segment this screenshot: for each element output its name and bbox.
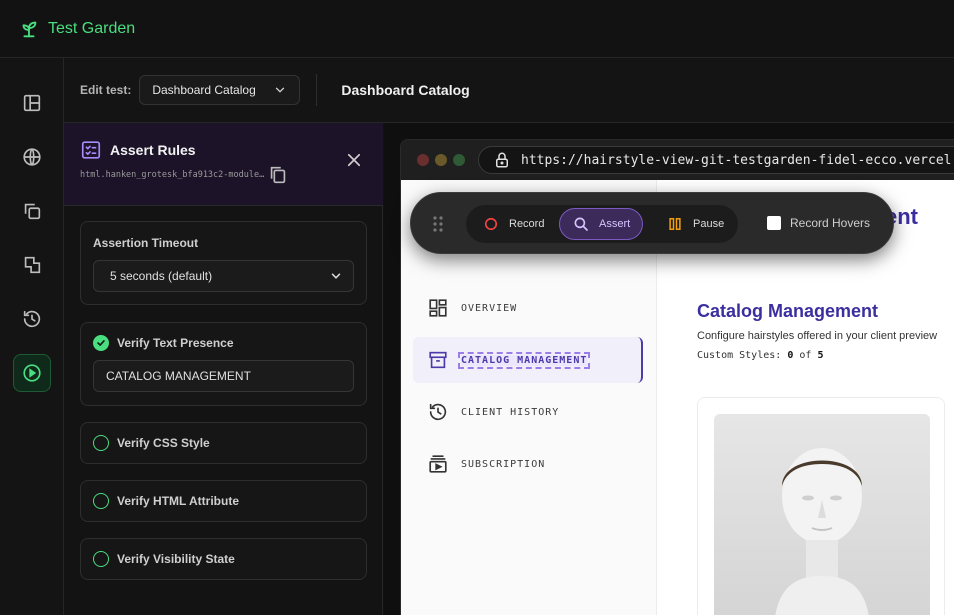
rail-layout-button[interactable] xyxy=(13,84,51,122)
record-hovers-toggle[interactable]: Record Hovers xyxy=(767,216,870,230)
record-hovers-checkbox[interactable] xyxy=(767,216,781,230)
history-icon xyxy=(429,403,447,421)
app-name: Test Garden xyxy=(48,19,136,37)
edit-test-label: Edit test: xyxy=(80,83,132,97)
assertion-timeout-label: Assertion Timeout xyxy=(93,236,199,250)
nav-item-catalog-management[interactable]: CATALOG MANAGEMENT xyxy=(413,337,643,383)
assertion-timeout-value: 5 seconds (default) xyxy=(110,269,213,283)
count-separator: of xyxy=(799,350,812,361)
rail-layers-button[interactable] xyxy=(13,246,51,284)
rule-row: Verify HTML Attribute xyxy=(93,493,239,509)
element-selector: html.hanken_grotesk_bfa913c2-module__aCb… xyxy=(80,170,265,180)
archive-icon xyxy=(429,351,447,369)
recorder-mode-group: Record Assert Pause xyxy=(466,205,738,243)
nav-label: CATALOG MANAGEMENT xyxy=(457,351,591,369)
rule-label: Verify Text Presence xyxy=(117,336,234,350)
url-bar[interactable]: https://hairstyle-view-git-testgarden-fi… xyxy=(478,146,954,174)
rail-globe-button[interactable] xyxy=(13,138,51,176)
assert-panel-header: Assert Rules html.hanken_grotesk_bfa913c… xyxy=(64,123,383,206)
assert-panel-title: Assert Rules xyxy=(110,142,196,158)
url-text: https://hairstyle-view-git-testgarden-fi… xyxy=(521,152,954,168)
radio-circle-icon[interactable] xyxy=(93,551,109,567)
assertion-timeout-card: Assertion Timeout 5 seconds (default) xyxy=(80,221,367,305)
count-current: 0 xyxy=(787,350,794,361)
page-title: Dashboard Catalog xyxy=(341,82,470,98)
checklist-icon xyxy=(81,141,101,159)
record-label: Record xyxy=(509,218,545,230)
assert-button[interactable]: Assert xyxy=(559,208,644,240)
pause-label: Pause xyxy=(693,218,725,230)
chevron-down-icon xyxy=(331,273,341,279)
editor-header: Edit test: Dashboard Catalog Dashboard C… xyxy=(64,58,954,123)
count-label: Custom Styles: xyxy=(697,350,782,361)
copy-icon[interactable] xyxy=(267,164,289,186)
count-total: 5 xyxy=(817,350,824,361)
test-select-value: Dashboard Catalog xyxy=(152,83,256,97)
test-select-dropdown[interactable]: Dashboard Catalog xyxy=(139,75,301,105)
search-icon xyxy=(574,217,588,231)
radio-circle-icon[interactable] xyxy=(93,493,109,509)
rail-play-button[interactable] xyxy=(13,354,51,392)
style-card[interactable] xyxy=(697,397,945,615)
check-circle-icon[interactable] xyxy=(93,335,109,351)
nav-item-client-history[interactable]: CLIENT HISTORY xyxy=(413,389,643,435)
nav-label: OVERVIEW xyxy=(461,302,518,314)
rule-row: Verify CSS Style xyxy=(93,435,210,451)
custom-styles-count: Custom Styles: 0 of 5 xyxy=(697,350,824,361)
rule-label: Verify Visibility State xyxy=(117,552,235,566)
rule-label: Verify CSS Style xyxy=(117,436,210,450)
catalog-description: Configure hairstyles offered in your cli… xyxy=(697,330,938,342)
record-hovers-label: Record Hovers xyxy=(790,216,871,230)
mannequin-image xyxy=(714,414,930,615)
catalog-title: Catalog Management xyxy=(697,301,879,321)
play-circle-icon xyxy=(23,364,41,382)
window-maximize-dot[interactable] xyxy=(453,154,465,166)
grid-icon xyxy=(429,299,447,317)
rule-card-css-style[interactable]: Verify CSS Style xyxy=(80,422,367,464)
record-button[interactable]: Record xyxy=(470,208,556,240)
pause-icon xyxy=(669,218,681,230)
nav-label: SUBSCRIPTION xyxy=(461,458,546,470)
rule-label: Verify HTML Attribute xyxy=(117,494,240,508)
header-divider xyxy=(316,74,318,106)
nav-item-overview[interactable]: OVERVIEW xyxy=(413,285,643,331)
rule-card-html-attribute[interactable]: Verify HTML Attribute xyxy=(80,480,367,522)
subscription-icon xyxy=(429,455,447,473)
assert-label: Assert xyxy=(599,218,631,230)
rail-copy-button[interactable] xyxy=(13,192,51,230)
recorder-toolbar: Record Assert Pause Record Hovers xyxy=(410,192,894,254)
rule-row: Verify Text Presence xyxy=(93,335,234,351)
sprout-icon xyxy=(22,21,37,37)
drag-handle-icon[interactable] xyxy=(433,216,443,232)
rule-row: Verify Visibility State xyxy=(93,551,235,567)
globe-icon xyxy=(23,148,41,166)
lock-icon xyxy=(496,152,508,168)
chevron-down-icon xyxy=(276,87,285,93)
assertion-timeout-select[interactable]: 5 seconds (default) xyxy=(93,260,354,292)
layers-icon xyxy=(24,256,41,274)
nav-label: CLIENT HISTORY xyxy=(461,406,560,418)
layout-icon xyxy=(23,94,41,112)
history-icon xyxy=(23,310,41,328)
radio-circle-icon[interactable] xyxy=(93,435,109,451)
browser-chrome: https://hairstyle-view-git-testgarden-fi… xyxy=(401,140,954,180)
app-root: Test Garden Edit test: Dashboard Catalog… xyxy=(0,0,954,615)
pause-button[interactable]: Pause xyxy=(654,208,736,240)
record-icon xyxy=(484,217,498,231)
rail-history-button[interactable] xyxy=(13,300,51,338)
window-minimize-dot[interactable] xyxy=(435,154,447,166)
rule-card-visibility-state[interactable]: Verify Visibility State xyxy=(80,538,367,580)
left-rail xyxy=(0,58,64,615)
text-presence-input[interactable]: CATALOG MANAGEMENT xyxy=(93,360,354,392)
copy-squares-icon xyxy=(24,203,41,220)
assert-panel: Assert Rules html.hanken_grotesk_bfa913c… xyxy=(64,123,383,615)
window-close-dot[interactable] xyxy=(417,154,429,166)
rule-card-text-presence[interactable]: Verify Text Presence CATALOG MANAGEMENT xyxy=(80,322,367,406)
nav-item-subscription[interactable]: SUBSCRIPTION xyxy=(413,441,643,487)
mannequin-head-icon xyxy=(775,448,869,615)
close-icon[interactable] xyxy=(345,151,363,169)
top-bar: Test Garden xyxy=(0,0,954,58)
